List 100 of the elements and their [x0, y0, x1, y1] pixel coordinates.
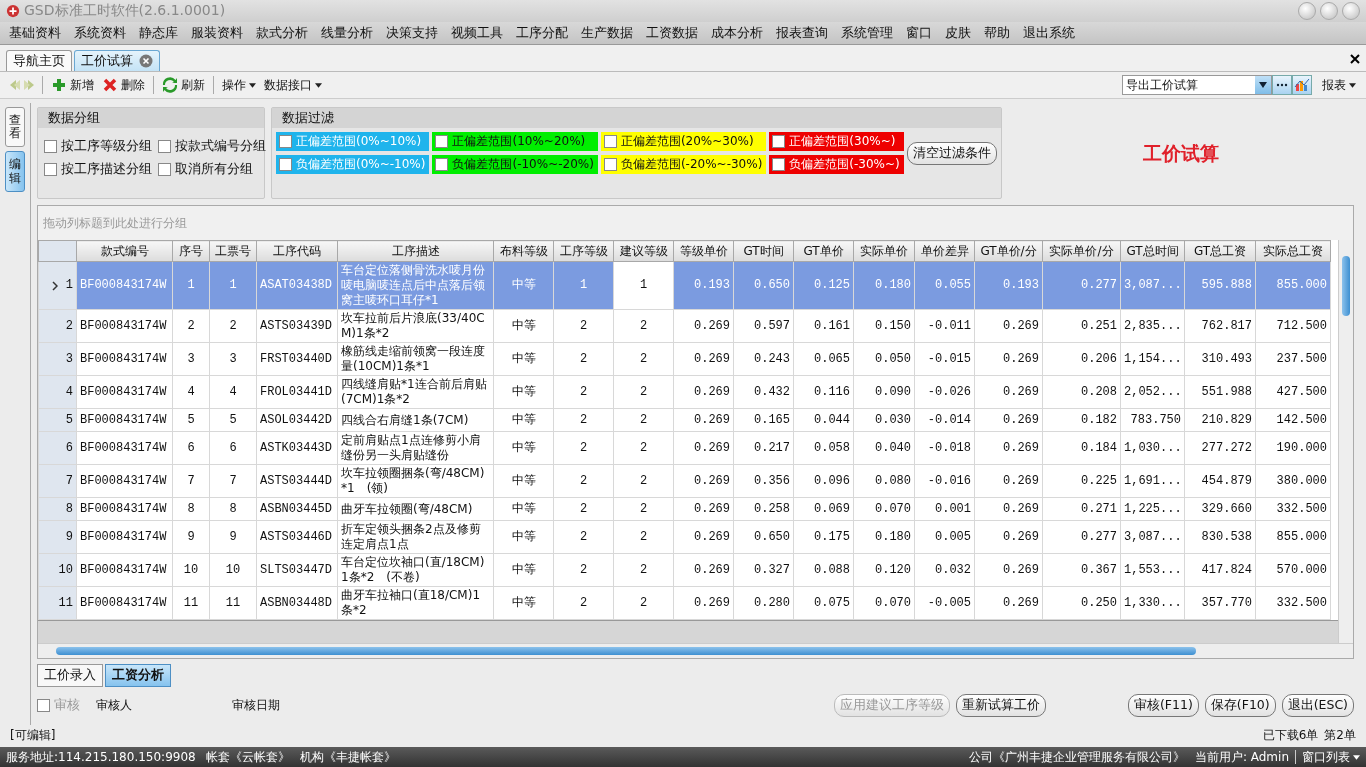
plus-icon [51, 77, 67, 93]
table-cell: ASTS03446D [256, 520, 338, 554]
group-checkbox[interactable]: 按工序描述分组 [44, 161, 152, 178]
close-button[interactable] [1342, 2, 1360, 20]
table-cell: 0.193 [673, 261, 734, 310]
table-cell: 0.243 [733, 342, 794, 376]
column-header[interactable]: 实际单价 [853, 240, 915, 262]
table-cell: BF000843174W [76, 261, 173, 310]
column-header[interactable]: 工序等级 [553, 240, 614, 262]
column-header[interactable]: GT时间 [733, 240, 794, 262]
document-tab[interactable]: 导航主页 [6, 50, 72, 71]
action-button[interactable]: 审核(F11) [1127, 693, 1199, 717]
menu-item[interactable]: 款式分析 [251, 24, 313, 42]
menu-item[interactable]: 视频工具 [446, 24, 508, 42]
table-cell: 3,087... [1120, 261, 1185, 310]
filter-checkbox[interactable]: 正偏差范围(30%~) [769, 132, 904, 151]
table-cell: 0.269 [673, 553, 734, 587]
more-button[interactable] [1272, 75, 1292, 95]
chart-icon [1294, 77, 1310, 93]
bottom-tab[interactable]: 工价录入 [37, 664, 103, 687]
menu-item[interactable]: 系统管理 [836, 24, 898, 42]
action-button[interactable]: 保存(F10) [1204, 693, 1276, 717]
table-cell: 0.050 [853, 342, 915, 376]
column-header[interactable]: 实际单价/分 [1042, 240, 1121, 262]
document-tab[interactable]: 工价试算 [74, 50, 160, 71]
table-cell: 9 [172, 520, 210, 554]
table-cell: 2 [553, 586, 614, 620]
column-header[interactable]: 工票号 [209, 240, 257, 262]
dropdown-menu[interactable]: 操作 [218, 76, 260, 94]
menu-item[interactable]: 基础资料 [4, 24, 66, 42]
vertical-scrollbar[interactable] [1338, 240, 1353, 643]
table-cell: 0.269 [974, 464, 1043, 498]
column-header[interactable]: GT单价/分 [974, 240, 1043, 262]
table-cell: SLTS03447D [256, 553, 338, 587]
menu-item[interactable]: 静态库 [134, 24, 183, 42]
menu-item[interactable]: 帮助 [979, 24, 1015, 42]
column-header[interactable]: 工序代码 [256, 240, 338, 262]
table-cell: 3 [172, 342, 210, 376]
dropdown-menu[interactable]: 数据接口 [260, 76, 326, 94]
filter-checkbox[interactable]: 负偏差范围(-20%~-30%) [600, 155, 767, 174]
current-user: 当前用户: Admin [1194, 748, 1289, 766]
action-button[interactable]: 重新试算工价 [955, 693, 1046, 717]
maximize-button[interactable] [1320, 2, 1338, 20]
menu-item[interactable]: 服装资料 [186, 24, 248, 42]
filter-checkbox[interactable]: 负偏差范围(-10%~-20%) [432, 155, 598, 174]
menu-item[interactable]: 工资数据 [641, 24, 703, 42]
menu-item[interactable]: 窗口 [901, 24, 937, 42]
group-checkbox[interactable]: 取消所有分组 [158, 161, 266, 178]
table-cell: 5 [172, 408, 210, 432]
clear-filter-button[interactable]: 清空过滤条件 [906, 141, 997, 165]
column-header[interactable]: 工序描述 [337, 240, 494, 262]
minimize-button[interactable] [1298, 2, 1316, 20]
menu-item[interactable]: 成本分析 [706, 24, 768, 42]
filter-checkbox[interactable]: 正偏差范围(20%~30%) [600, 132, 767, 151]
side-tab[interactable]: 编辑 [5, 151, 25, 192]
window-list-menu[interactable]: 窗口列表 [1302, 748, 1360, 766]
column-header[interactable]: 单价差异 [914, 240, 975, 262]
filter-checkbox[interactable]: 正偏差范围(10%~20%) [432, 132, 598, 151]
column-header[interactable]: 布料等级 [493, 240, 554, 262]
column-header[interactable]: 款式编号 [76, 240, 173, 262]
menu-item[interactable]: 报表查询 [771, 24, 833, 42]
menu-item[interactable]: 皮肤 [940, 24, 976, 42]
table-cell: 曲牙车拉袖口(直18/CM)1条*2 [337, 586, 494, 620]
toolbar-button[interactable]: 新增 [47, 76, 98, 94]
column-header[interactable]: GT总时间 [1120, 240, 1185, 262]
close-icon[interactable] [1350, 54, 1360, 64]
side-tab[interactable]: 查看 [5, 107, 25, 148]
group-checkbox[interactable]: 按款式编号分组 [158, 138, 266, 155]
column-header[interactable]: GT总工资 [1184, 240, 1256, 262]
row-number: 7 [65, 473, 73, 489]
action-button[interactable]: 退出(ESC) [1281, 693, 1354, 717]
report-menu[interactable]: 报表 [1318, 76, 1360, 94]
group-checkbox[interactable]: 按工序等级分组 [44, 138, 152, 155]
horizontal-scrollbar[interactable] [38, 643, 1353, 658]
menu-item[interactable]: 工序分配 [511, 24, 573, 42]
bottom-tab[interactable]: 工资分析 [105, 664, 171, 687]
table-cell: 0.032 [914, 553, 975, 587]
column-header[interactable]: 序号 [172, 240, 210, 262]
column-header[interactable]: 建议等级 [613, 240, 674, 262]
menu-item[interactable]: 系统资料 [69, 24, 131, 42]
table-cell: 0.001 [914, 497, 975, 521]
menu-item[interactable]: 线量分析 [316, 24, 378, 42]
table-cell: 2 [613, 520, 674, 554]
toolbar-button[interactable]: 删除 [98, 76, 149, 94]
column-header[interactable]: GT单价 [793, 240, 854, 262]
panel-title: 数据分组 [38, 108, 264, 128]
table-cell: 0.161 [793, 309, 854, 343]
export-dropdown[interactable]: 导出工价试算 [1122, 75, 1272, 95]
column-header[interactable]: 实际总工资 [1255, 240, 1331, 262]
table-cell: BF000843174W [76, 520, 173, 554]
menu-item[interactable]: 决策支持 [381, 24, 443, 42]
menu-item[interactable]: 退出系统 [1018, 24, 1080, 42]
toolbar-button[interactable]: 刷新 [158, 76, 209, 94]
chart-button[interactable] [1292, 75, 1312, 95]
row-number: 8 [65, 501, 73, 517]
menu-item[interactable]: 生产数据 [576, 24, 638, 42]
table-cell: 0.269 [974, 431, 1043, 465]
table-cell: 9 [209, 520, 257, 554]
column-header[interactable]: 等级单价 [673, 240, 734, 262]
filter-checkbox[interactable]: 负偏差范围(-30%~) [769, 155, 904, 174]
